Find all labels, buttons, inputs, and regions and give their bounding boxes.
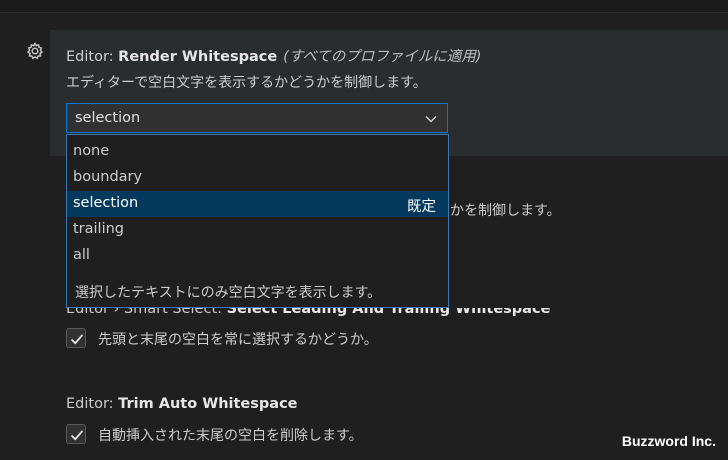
option-label: none <box>73 143 110 159</box>
setting-title-trim-auto-whitespace: Editor: Trim Auto Whitespace <box>66 396 298 412</box>
select-value: selection <box>75 110 141 126</box>
default-badge: 既定 <box>407 199 436 215</box>
dropdown-option-none[interactable]: none <box>67 139 448 165</box>
setting-key: Trim Auto Whitespace <box>118 396 298 412</box>
gear-icon[interactable] <box>25 41 45 61</box>
dropdown-option-trailing[interactable]: trailing <box>67 217 448 243</box>
setting-title-clip: Editor › Smart Select: Select Leading An… <box>0 308 728 328</box>
hidden-setting-description: かを制御します。 <box>450 203 561 219</box>
option-label: boundary <box>73 169 143 185</box>
setting-category: Editor: <box>66 396 119 412</box>
checkbox-label: 先頭と末尾の空白を常に選択するかどうか。 <box>98 332 378 348</box>
dropdown-option-boundary[interactable]: boundary <box>67 165 448 191</box>
top-divider <box>0 0 728 13</box>
chevron-down-icon <box>424 112 438 126</box>
option-label: trailing <box>73 221 125 237</box>
dropdown-option-selection[interactable]: selection 既定 <box>67 191 448 217</box>
render-whitespace-select[interactable]: selection <box>66 103 448 133</box>
trim-auto-whitespace-checkbox[interactable] <box>66 424 86 444</box>
select-dropdown-list: none boundary selection 既定 trailing all … <box>66 134 449 308</box>
option-label: selection <box>73 195 139 211</box>
smart-select-checkbox[interactable] <box>66 328 86 348</box>
checkbox-label: 自動挿入された末尾の空白を削除します。 <box>98 428 363 444</box>
option-label: all <box>73 247 90 263</box>
setting-category: Editor › Smart Select: <box>66 308 227 317</box>
setting-category: Editor: <box>66 49 119 65</box>
dropdown-option-all[interactable]: all <box>67 243 448 269</box>
setting-key: Select Leading And Trailing Whitespace <box>226 308 551 317</box>
setting-title-smart-select: Editor › Smart Select: Select Leading An… <box>66 308 550 317</box>
watermark: Buzzword Inc. <box>621 433 716 449</box>
option-description: 選択したテキストにのみ空白文字を表示します。 <box>75 285 382 301</box>
setting-title-render-whitespace: Editor: Render Whitespace (すべてのプロファイルに適用) <box>66 45 481 66</box>
setting-key: Render Whitespace <box>118 49 278 65</box>
setting-scope: (すべてのプロファイルに適用) <box>283 49 482 65</box>
setting-description: エディターで空白文字を表示するかどうかを制御します。 <box>66 75 427 91</box>
